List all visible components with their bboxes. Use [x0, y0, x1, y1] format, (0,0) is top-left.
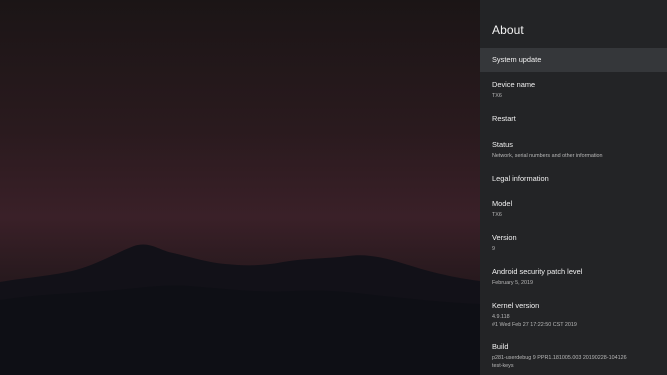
- build-label: Build: [492, 342, 509, 351]
- kernel-version-label: Kernel version: [492, 301, 540, 310]
- device-name-label: Device name: [492, 80, 536, 89]
- build-value: p281-userdebug 9 PPR1.181005.003 2019022…: [492, 355, 627, 361]
- system-update-item[interactable]: System update: [480, 48, 667, 72]
- kernel-version-item[interactable]: Kernel version 4.9.118 #1 Wed Feb 27 17:…: [480, 301, 667, 335]
- restart-item[interactable]: Restart: [480, 114, 667, 130]
- android-security-patch-level-item[interactable]: Android security patch level February 5,…: [480, 267, 667, 292]
- model-label: Model: [492, 199, 513, 208]
- restart-label: Restart: [492, 114, 516, 123]
- system-update-label: System update: [492, 55, 542, 64]
- device-name-value: TX6: [492, 93, 502, 99]
- mountain-silhouette: [0, 244, 480, 375]
- model-item[interactable]: Model TX6: [480, 199, 667, 224]
- android-tv-settings-screen: About System update Device name TX6 Rest…: [0, 0, 667, 375]
- status-item[interactable]: Status Network, serial numbers and other…: [480, 140, 667, 165]
- version-item[interactable]: Version 9: [480, 233, 667, 258]
- about-settings-panel: About System update Device name TX6 Rest…: [480, 0, 667, 375]
- panel-title: About: [492, 23, 524, 37]
- build-keys-value: test-keys: [492, 363, 514, 369]
- android-security-patch-level-value: February 5, 2019: [492, 280, 534, 286]
- version-value: 9: [492, 246, 495, 252]
- model-value: TX6: [492, 212, 502, 218]
- version-label: Version: [492, 233, 517, 242]
- legal-information-label: Legal information: [492, 174, 549, 183]
- kernel-version-value: 4.9.118: [492, 314, 510, 320]
- android-security-patch-level-label: Android security patch level: [492, 267, 583, 276]
- build-item[interactable]: Build p281-userdebug 9 PPR1.181005.003 2…: [480, 342, 667, 372]
- status-value: Network, serial numbers and other inform…: [492, 153, 603, 159]
- legal-information-item[interactable]: Legal information: [480, 174, 667, 190]
- status-label: Status: [492, 140, 513, 149]
- device-name-item[interactable]: Device name TX6: [480, 80, 667, 105]
- kernel-build-date-value: #1 Wed Feb 27 17:22:50 CST 2019: [492, 322, 577, 328]
- background-wallpaper: [0, 0, 480, 375]
